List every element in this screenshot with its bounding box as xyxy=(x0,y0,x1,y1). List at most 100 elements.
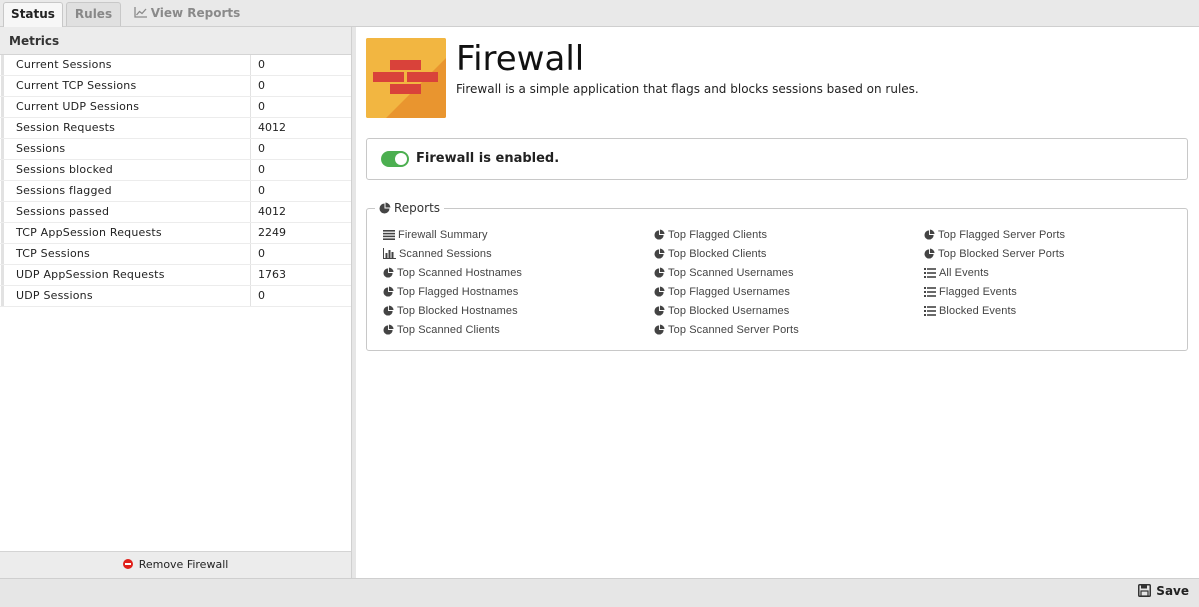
report-link[interactable]: Top Blocked Server Ports xyxy=(924,248,1065,267)
reports-legend: Reports xyxy=(375,201,445,215)
report-link[interactable]: Top Scanned Clients xyxy=(383,324,522,343)
metric-name: Sessions xyxy=(1,139,249,159)
metric-value: 0 xyxy=(250,181,350,201)
tab-status[interactable]: Status xyxy=(3,2,63,27)
tab-rules[interactable]: Rules xyxy=(66,2,121,26)
metric-value: 0 xyxy=(250,244,350,264)
metric-name: Current UDP Sessions xyxy=(1,97,249,117)
metric-row: UDP AppSession Requests 1763 xyxy=(0,265,351,286)
list-icon xyxy=(924,267,939,279)
report-link-label: Top Scanned Clients xyxy=(397,324,500,336)
app-status-text: Firewall is enabled. xyxy=(416,151,560,166)
pie-chart-icon xyxy=(383,305,397,317)
metric-value: 0 xyxy=(250,139,350,159)
report-link[interactable]: Top Blocked Usernames xyxy=(654,305,799,324)
reports-title: Reports xyxy=(394,201,441,215)
pie-chart-icon xyxy=(924,229,938,241)
metrics-table: Current Sessions 0 Current TCP Sessions 0 Cu… xyxy=(0,55,351,307)
pie-chart-icon xyxy=(654,248,668,260)
pie-chart-icon xyxy=(654,286,668,298)
report-link-label: Top Flagged Server Ports xyxy=(938,229,1066,241)
pie-chart-icon xyxy=(654,305,668,317)
tab-status-label: Status xyxy=(11,7,55,21)
reports-column-2: Top Flagged Clients Top Blocked Clients To… xyxy=(654,229,799,343)
report-link[interactable]: Flagged Events xyxy=(924,286,1065,305)
report-link-label: Top Flagged Usernames xyxy=(668,286,790,298)
remove-app-button[interactable]: Remove Firewall xyxy=(0,551,351,578)
metric-row: Session Requests 4012 xyxy=(0,118,351,139)
report-link[interactable]: Top Flagged Server Ports xyxy=(924,229,1065,248)
tab-view-reports-label: View Reports xyxy=(150,6,241,20)
metric-name: Sessions flagged xyxy=(1,181,249,201)
report-link[interactable]: Top Scanned Server Ports xyxy=(654,324,799,343)
bar-chart-icon xyxy=(383,248,399,260)
metric-name: Sessions blocked xyxy=(1,160,249,180)
metric-value: 2249 xyxy=(250,223,350,243)
report-link[interactable]: Top Flagged Hostnames xyxy=(383,286,522,305)
metric-value: 4012 xyxy=(250,118,350,138)
firewall-brick-icon xyxy=(366,38,446,118)
report-link[interactable]: Firewall Summary xyxy=(383,229,522,248)
report-link[interactable]: Top Flagged Clients xyxy=(654,229,799,248)
report-link-label: Top Blocked Clients xyxy=(668,248,767,260)
save-button[interactable]: Save xyxy=(1138,584,1189,598)
metric-name: UDP AppSession Requests xyxy=(1,265,249,285)
metric-value: 0 xyxy=(250,76,350,96)
floppy-disk-icon xyxy=(1138,584,1152,597)
report-link-label: Blocked Events xyxy=(939,305,1017,317)
metric-name: Session Requests xyxy=(1,118,249,138)
pie-chart-icon xyxy=(654,324,668,336)
report-link-label: Firewall Summary xyxy=(398,229,488,241)
tab-bar: Status Rules View Reports xyxy=(0,0,1199,27)
report-link[interactable]: Top Scanned Usernames xyxy=(654,267,799,286)
tab-view-reports[interactable]: View Reports xyxy=(128,2,246,26)
metric-row: TCP AppSession Requests 2249 xyxy=(0,223,351,244)
report-link-label: Top Scanned Server Ports xyxy=(668,324,799,336)
pie-chart-icon xyxy=(924,248,938,260)
pie-chart-icon xyxy=(383,324,397,336)
report-link[interactable]: Top Blocked Hostnames xyxy=(383,305,522,324)
list-icon xyxy=(924,305,939,317)
bottom-toolbar: Save xyxy=(0,578,1199,607)
report-link[interactable]: Top Scanned Hostnames xyxy=(383,267,522,286)
report-link-label: All Events xyxy=(939,267,989,279)
metric-name: TCP AppSession Requests xyxy=(1,223,249,243)
save-label: Save xyxy=(1156,584,1189,598)
report-link-label: Top Blocked Hostnames xyxy=(397,305,518,317)
metric-value: 0 xyxy=(250,55,350,75)
metric-row: Current Sessions 0 xyxy=(0,55,351,76)
metrics-header: Metrics xyxy=(0,27,351,55)
report-link-label: Top Scanned Hostnames xyxy=(397,267,523,279)
minus-circle-icon xyxy=(122,559,133,569)
metric-row: Current TCP Sessions 0 xyxy=(0,76,351,97)
metric-name: TCP Sessions xyxy=(1,244,249,264)
remove-app-label: Remove Firewall xyxy=(138,558,229,571)
metric-row: Sessions blocked 0 xyxy=(0,160,351,181)
metric-name: Current Sessions xyxy=(1,55,249,75)
report-link[interactable]: Top Blocked Clients xyxy=(654,248,799,267)
metric-value: 1763 xyxy=(250,265,350,285)
metric-row: Current UDP Sessions 0 xyxy=(0,97,351,118)
report-link[interactable]: Blocked Events xyxy=(924,305,1065,324)
tab-rules-label: Rules xyxy=(74,7,113,21)
report-link-label: Top Flagged Hostnames xyxy=(397,286,519,298)
app-status-box: Firewall is enabled. xyxy=(366,138,1188,180)
line-chart-icon xyxy=(134,3,147,25)
report-link[interactable]: All Events xyxy=(924,267,1065,286)
reports-box: Reports Firewall Summary Scanned Sessions… xyxy=(366,201,1188,351)
metric-value: 0 xyxy=(250,286,350,306)
report-link[interactable]: Top Flagged Usernames xyxy=(654,286,799,305)
metric-row: Sessions flagged 0 xyxy=(0,181,351,202)
pie-chart-icon xyxy=(383,286,397,298)
report-link[interactable]: Scanned Sessions xyxy=(383,248,522,267)
reports-column-3: Top Flagged Server Ports Top Blocked Serv… xyxy=(924,229,1065,324)
enable-toggle[interactable] xyxy=(381,151,409,167)
text-lines-icon xyxy=(383,229,398,241)
report-link-label: Top Scanned Usernames xyxy=(668,267,794,279)
report-link-label: Top Blocked Usernames xyxy=(668,305,790,317)
report-link-label: Flagged Events xyxy=(939,286,1017,298)
metric-row: UDP Sessions 0 xyxy=(0,286,351,307)
metric-value: 0 xyxy=(250,160,350,180)
metric-value: 0 xyxy=(250,97,350,117)
metric-name: Current TCP Sessions xyxy=(1,76,249,96)
